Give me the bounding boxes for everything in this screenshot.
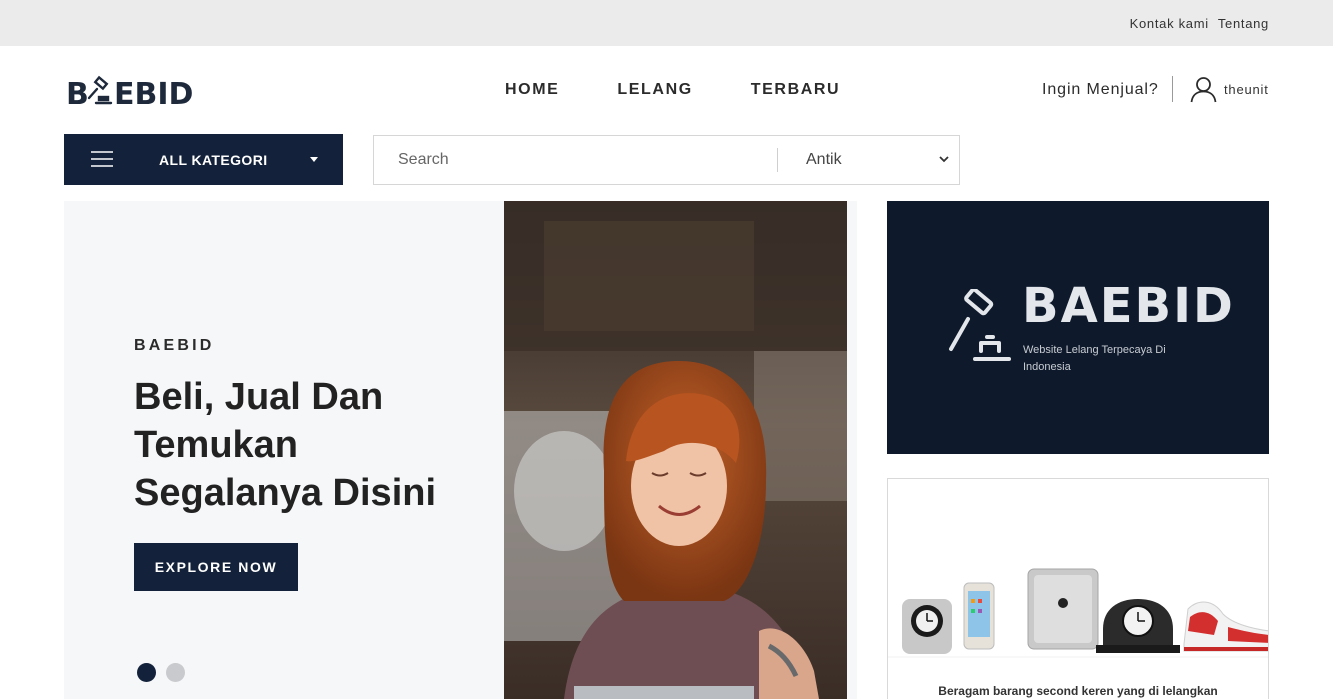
category-select[interactable]: Antik <box>778 136 959 184</box>
menu-icon <box>91 151 113 167</box>
main-nav: HOME LELANG TERBARU <box>505 81 840 99</box>
user-icon <box>1190 77 1217 103</box>
hero-title: Beli, Jual Dan Temukan Segalanya Disini <box>134 376 437 514</box>
about-link[interactable]: Tentang <box>1218 16 1269 31</box>
chevron-down-icon <box>939 156 949 163</box>
banner-brand-name: BAEBID <box>1022 278 1235 334</box>
slider-dot-1[interactable] <box>137 663 156 682</box>
hero-slider: BAEBID Beli, Jual Dan Temukan Segalanya … <box>64 201 857 699</box>
search-input[interactable] <box>374 136 777 184</box>
svg-text:EBID: EBID <box>114 77 193 108</box>
woman-with-laptop-photo <box>504 201 847 699</box>
caret-down-icon <box>310 157 318 162</box>
brand-banner[interactable]: BAEBID Website Lelang Terpecaya Di Indon… <box>887 201 1269 454</box>
site-logo[interactable]: B EBID <box>66 74 194 108</box>
top-links: Kontak kami Tentang <box>1130 16 1269 31</box>
products-banner[interactable]: Beragam barang second keren yang di lela… <box>887 478 1269 699</box>
phone-icon <box>963 582 995 650</box>
nav-lelang[interactable]: LELANG <box>617 81 692 99</box>
top-bar: Kontak kami Tentang <box>0 0 1333 46</box>
sell-link[interactable]: Ingin Menjual? <box>1042 81 1159 99</box>
nav-home[interactable]: HOME <box>505 81 559 99</box>
watch-icon <box>902 599 952 654</box>
category-label: ALL KATEGORI <box>159 152 268 168</box>
slider-dots <box>137 663 185 682</box>
hero-image <box>504 201 847 699</box>
banner-tagline: Website Lelang Terpecaya Di Indonesia <box>1023 344 1166 373</box>
user-account[interactable]: theunit <box>1190 76 1269 103</box>
clock-icon <box>1096 599 1180 653</box>
category-select-value: Antik <box>806 151 842 168</box>
sneaker-icon <box>1183 601 1268 652</box>
header-divider <box>1172 76 1173 102</box>
hero-kicker: BAEBID <box>134 337 215 354</box>
logo-gavel-icon: B EBID <box>66 75 193 108</box>
search-bar: Antik <box>373 135 960 185</box>
all-categories-button[interactable]: ALL KATEGORI <box>64 134 343 185</box>
contact-link[interactable]: Kontak kami <box>1130 16 1209 31</box>
gavel-icon <box>949 289 1011 361</box>
products-caption: Beragam barang second keren yang di lela… <box>938 684 1218 698</box>
products-illustration <box>888 568 1268 658</box>
svg-text:B: B <box>66 77 89 108</box>
nav-terbaru[interactable]: TERBARU <box>751 81 840 99</box>
username: theunit <box>1224 82 1269 97</box>
slider-dot-2[interactable] <box>166 663 185 682</box>
tablet-icon <box>1027 568 1099 650</box>
explore-now-button[interactable]: EXPLORE NOW <box>134 543 298 591</box>
